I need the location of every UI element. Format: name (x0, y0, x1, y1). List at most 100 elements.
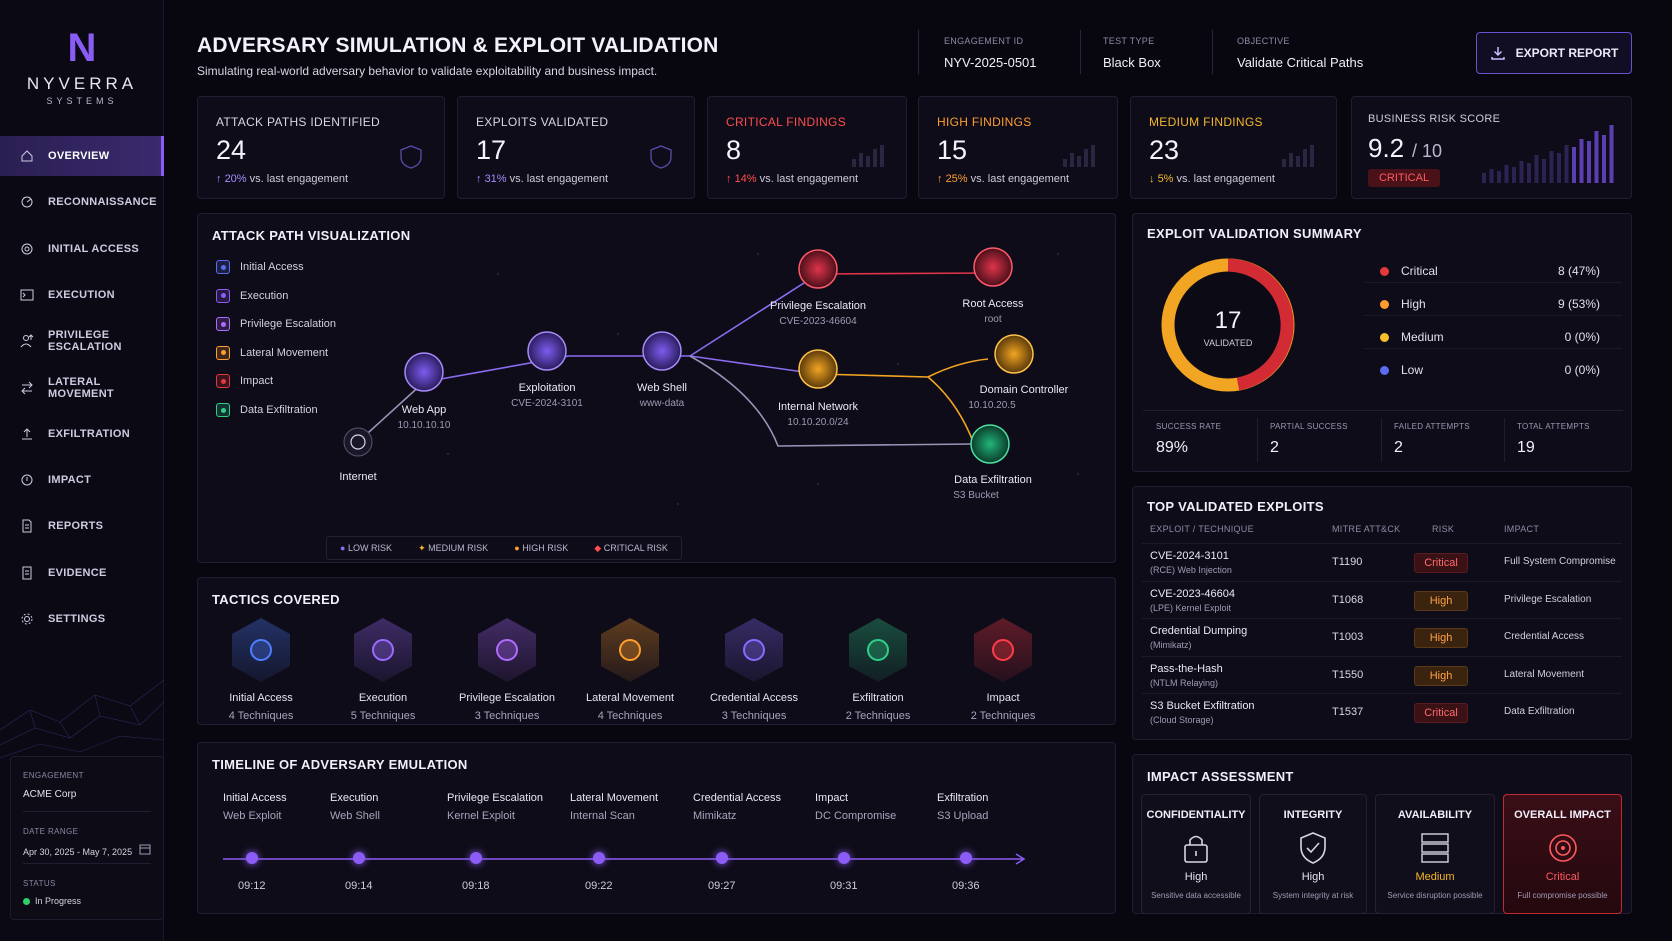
calendar-icon[interactable] (139, 843, 151, 855)
summary-high: High 9 (53%) (1380, 297, 1600, 311)
mitre-id: T1190 (1332, 556, 1363, 568)
node-dc-label: Domain Controller (979, 384, 1069, 396)
event-time: 09:22 (585, 880, 613, 892)
nav-item-impact[interactable]: IMPACT (0, 460, 164, 500)
nav-label: INITIAL ACCESS (48, 242, 139, 255)
tactic-count: 4 Techniques (228, 710, 294, 722)
timeline-marker[interactable] (960, 852, 972, 864)
engagement-value: ACME Corp (23, 789, 77, 800)
terminal-icon (20, 289, 34, 301)
tactic-credential-access[interactable]: Credential Access 3 Techniques (694, 618, 814, 722)
tactic-name: Initial Access (229, 692, 293, 704)
nav-item-settings[interactable]: SETTINGS (0, 599, 164, 639)
nav-label: REPORTS (48, 520, 104, 533)
server-icon (1421, 833, 1449, 863)
nav-item-reconnaissance[interactable]: RECONNAISSANCE (0, 182, 164, 222)
document-icon (22, 519, 32, 533)
stat-value: 17 (476, 135, 507, 165)
page-title: ADVERSARY SIMULATION & EXPLOIT VALIDATIO… (197, 34, 719, 57)
impact-title: IMPACT ASSESSMENT (1147, 769, 1294, 784)
summary-stat-label: PARTIAL SUCCESS (1270, 422, 1348, 431)
legend-data-exfiltration: Data Exfiltration (216, 403, 318, 417)
nav-item-initial-access[interactable]: INITIAL ACCESS (0, 229, 164, 269)
timeline-marker[interactable] (246, 852, 258, 864)
status-value: In Progress (35, 896, 82, 906)
tactic-exfiltration[interactable]: Exfiltration 2 Techniques (818, 618, 938, 722)
stat-card-3: CRITICAL FINDINGS 8 ↑ 14% vs. last engagem… (707, 96, 907, 199)
key-icon (725, 618, 783, 682)
home-icon (21, 150, 33, 162)
objective: OBJECTIVE Validate Critical Paths (1237, 36, 1363, 70)
nav-label: EXFILTRATION (48, 427, 131, 440)
timeline-marker[interactable] (838, 852, 850, 864)
exploit-name: S3 Bucket Exfiltration (1150, 700, 1255, 713)
timeline-marker[interactable] (716, 852, 728, 864)
table-row[interactable]: CVE-2023-46604 (LPE) Kernel Exploit T1068 H… (1142, 580, 1622, 619)
risk-score-label: BUSINESS RISK SCORE (1368, 113, 1501, 125)
donut-label: VALIDATED (1203, 338, 1253, 348)
legend-icon (216, 345, 230, 360)
tactic-privilege-escalation[interactable]: Privilege Escalation 3 Techniques (447, 618, 567, 722)
mitre-id: T1537 (1332, 706, 1364, 719)
exploit-name: CVE-2024-3101 (1150, 550, 1229, 562)
legend-icon (216, 374, 230, 389)
stat-card-1: ATTACK PATHS IDENTIFIED 24 ↑ 20% vs. last … (197, 96, 445, 199)
event-time: 09:18 (462, 880, 490, 892)
nav-item-execution[interactable]: EXECUTION (0, 275, 164, 315)
nav-item-exfiltration[interactable]: EXFILTRATION (0, 414, 164, 454)
timeline-marker[interactable] (353, 852, 365, 864)
severity-dot (1380, 299, 1389, 309)
nav-item-reports[interactable]: REPORTS (0, 506, 164, 546)
table-row[interactable]: Credential Dumping (Mimikatz) T1003 High Cre… (1142, 618, 1622, 656)
tactic-execution[interactable]: Execution 5 Techniques (323, 618, 443, 722)
engagement-id: ENGAGEMENT ID NYV-2025-0501 (944, 36, 1037, 70)
event-time: 09:36 (952, 880, 980, 892)
risk-score-card: BUSINESS RISK SCORE 9.2 / 10 CRITICAL (1351, 96, 1632, 199)
evidence-icon (22, 566, 32, 580)
nav-item-lateral-movement[interactable]: LATERAL MOVEMENT (0, 368, 164, 408)
risk-legend-low: ● LOW RISK (340, 543, 392, 553)
node-root-label: Root Access (962, 298, 1024, 310)
export-report-button[interactable]: EXPORT REPORT (1476, 32, 1632, 74)
event-detail: Web Shell (330, 810, 380, 822)
status-label: STATUS (23, 879, 56, 888)
nav-label: RECONNAISSANCE (48, 196, 157, 209)
exploit-technique: (LPE) Kernel Exploit (1150, 602, 1232, 613)
table-row[interactable]: S3 Bucket Exfiltration (Cloud Storage) T15… (1142, 693, 1622, 731)
node-webapp-label: Web App (401, 404, 447, 416)
engagement-card: ENGAGEMENT ACME Corp DATE RANGE Apr 30, … (10, 756, 164, 920)
nav-item-overview[interactable]: OVERVIEW (0, 136, 164, 176)
tactics-title: TACTICS COVERED (212, 592, 340, 607)
target-icon (21, 243, 33, 255)
legend-label: Initial Access (240, 261, 304, 273)
timeline-marker[interactable] (593, 852, 605, 864)
timeline-marker[interactable] (470, 852, 482, 864)
arrow-up-icon: ↑ (937, 173, 943, 185)
tactic-name: Privilege Escalation (459, 692, 555, 704)
globe-icon (232, 618, 290, 682)
tactic-name: Execution (358, 692, 408, 704)
stat-delta: ↑ 20% vs. last engagement (216, 173, 348, 185)
tactic-lateral-movement[interactable]: Lateral Movement 4 Techniques (570, 618, 690, 722)
shield-icon (650, 145, 672, 169)
risk-badge: Critical (1414, 553, 1468, 573)
impact-value: High (1184, 871, 1208, 883)
node-exploit-sub: CVE-2024-3101 (511, 398, 583, 409)
delta-text: vs. last engagement (970, 173, 1070, 185)
exploit-impact: Privilege Escalation (1504, 593, 1592, 605)
impact-overall-impact: OVERALL IMPACT Critical Full compromise po… (1503, 794, 1622, 914)
node-exfil-sub: S3 Bucket (953, 490, 999, 501)
table-row[interactable]: CVE-2024-3101 (RCE) Web Injection T1190 Cri… (1142, 543, 1622, 581)
tactic-impact[interactable]: Impact 2 Techniques (943, 618, 1063, 722)
legend-execution: Execution (216, 288, 288, 303)
radar-icon (21, 196, 33, 208)
nav-item-privilege-escalation[interactable]: PRIVILEGE ESCALATION (0, 321, 164, 361)
legend-icon (216, 260, 230, 274)
exploit-impact: Lateral Movement (1504, 668, 1585, 680)
summary-medium: Medium 0 (0%) (1380, 330, 1600, 344)
risk-badge: High (1414, 665, 1468, 686)
table-row[interactable]: Pass-the-Hash (NTLM Relaying) T1550 High Lat… (1142, 655, 1622, 694)
tactic-initial-access[interactable]: Initial Access 4 Techniques (201, 618, 321, 722)
nav-item-evidence[interactable]: EVIDENCE (0, 553, 164, 593)
event-time: 09:12 (238, 880, 266, 892)
